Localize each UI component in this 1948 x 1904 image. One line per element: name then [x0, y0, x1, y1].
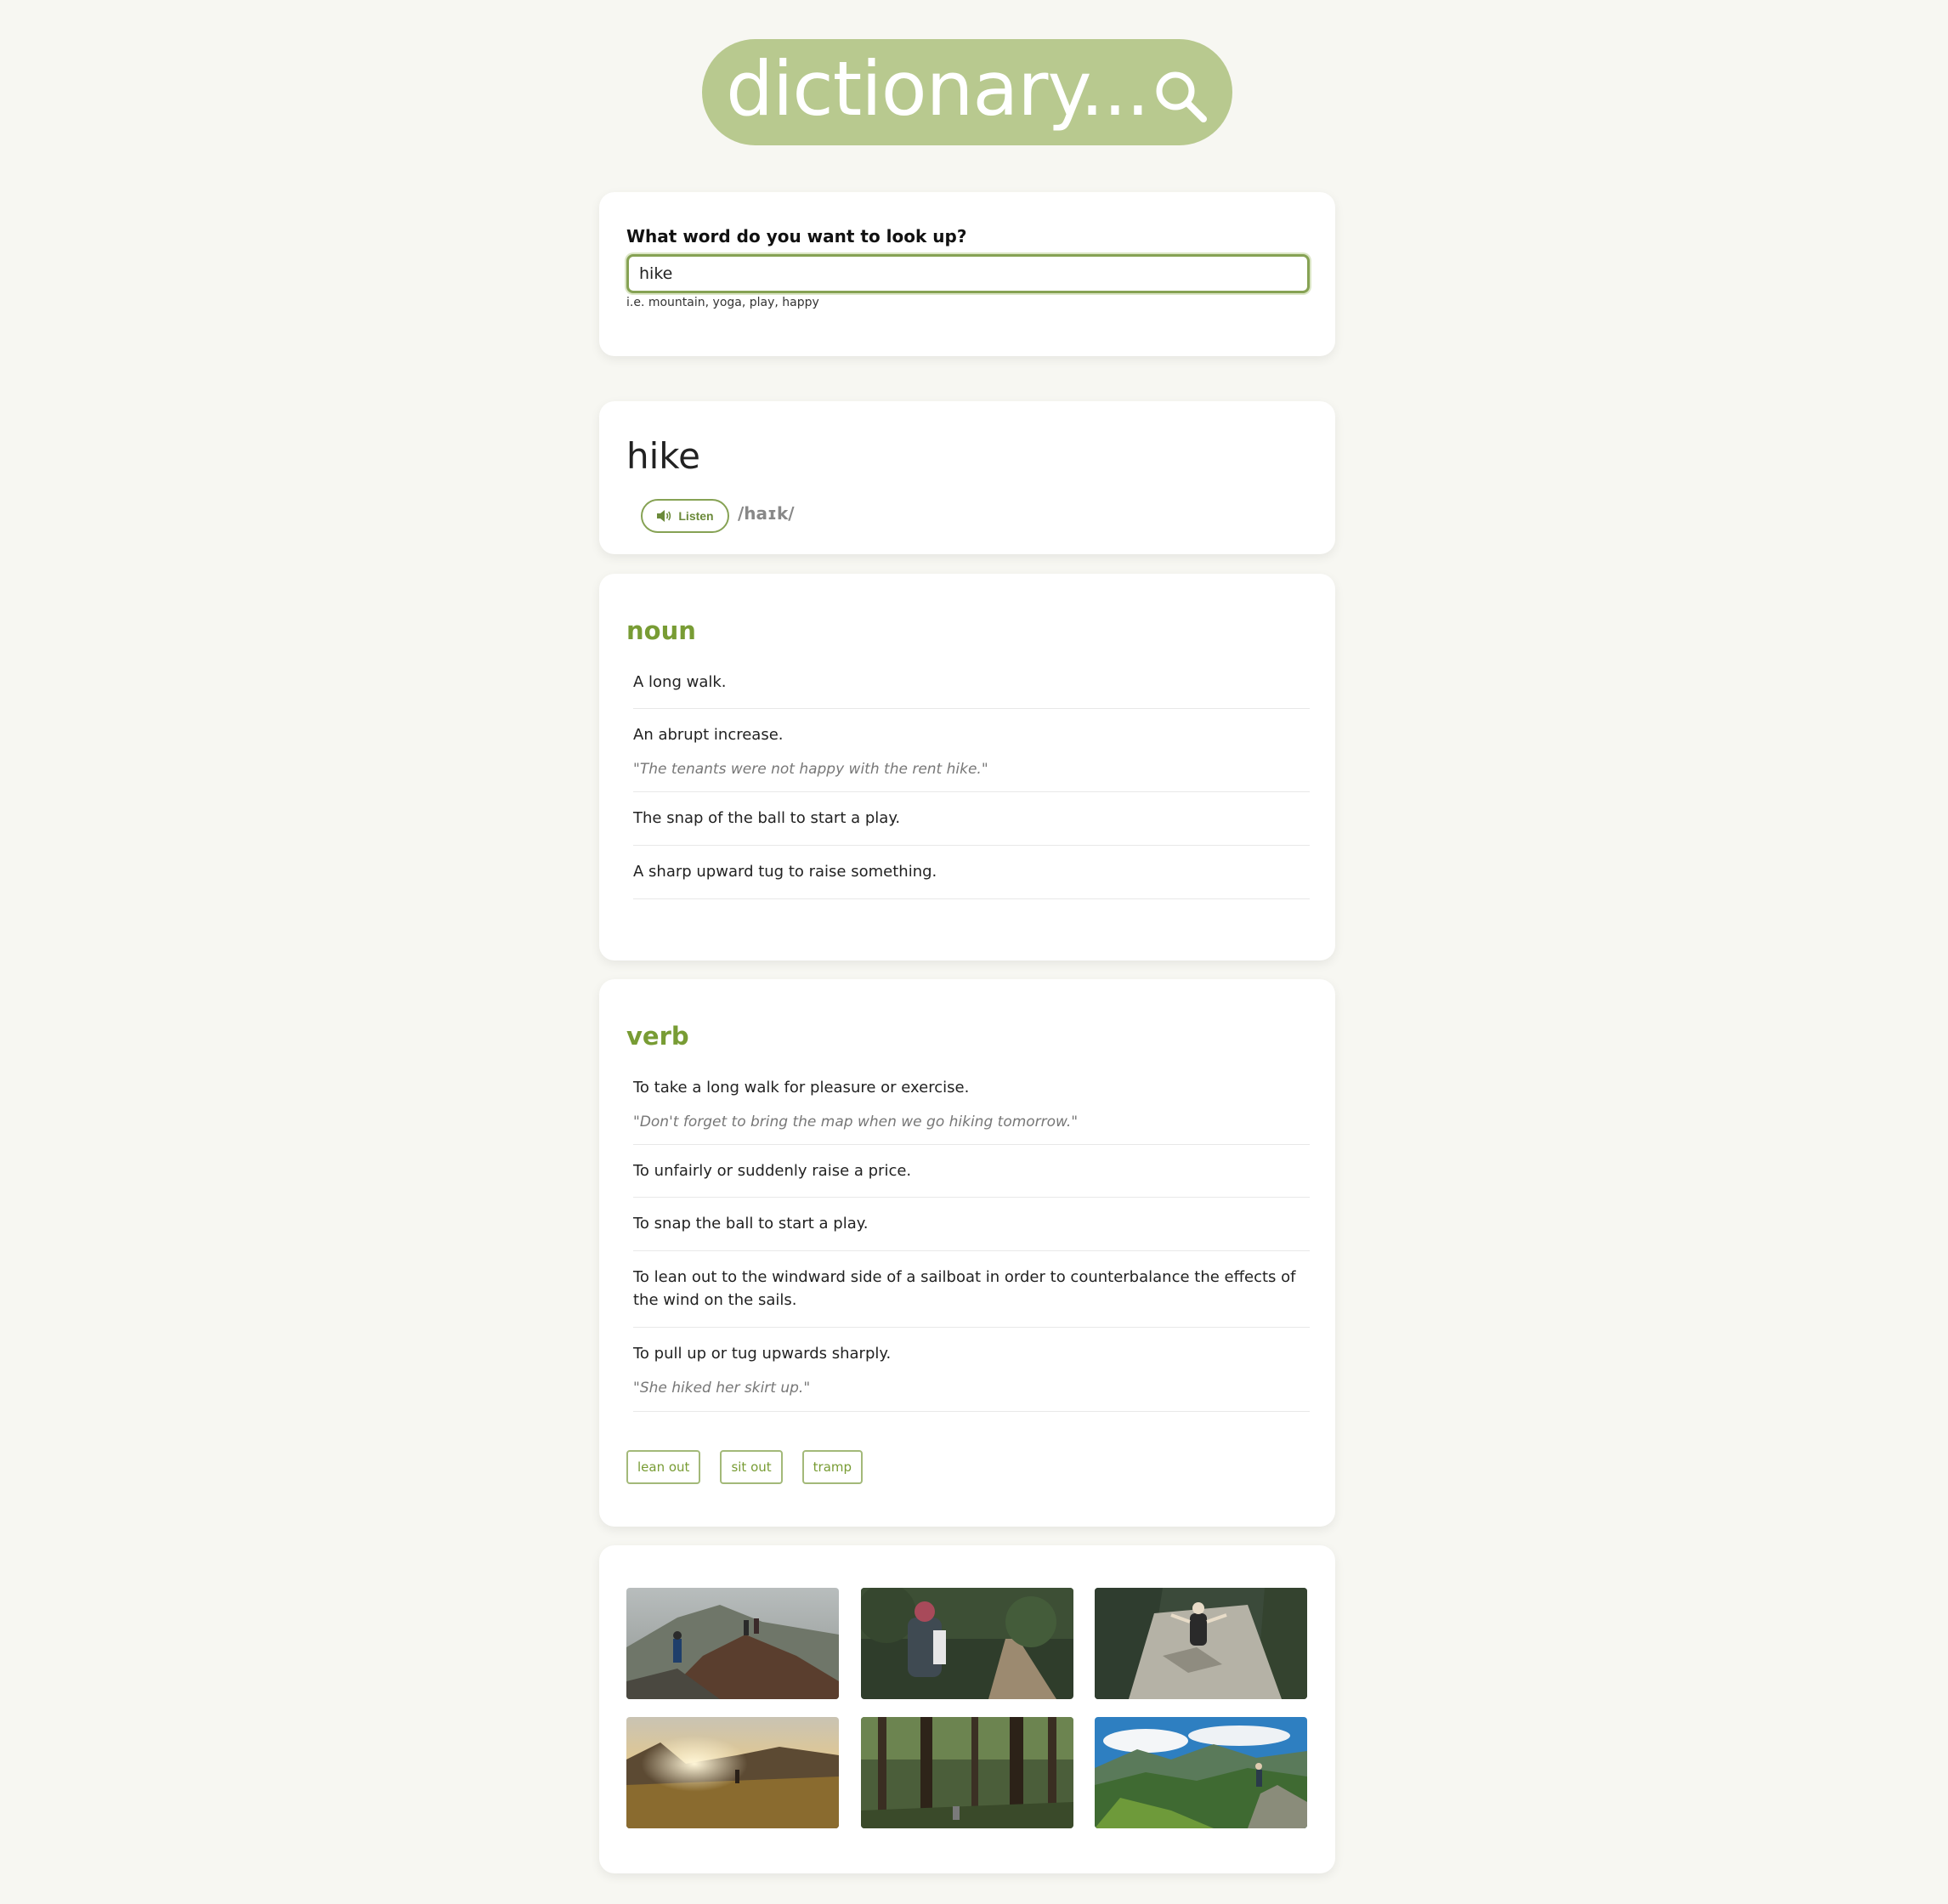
meaning-card-verb: verb To take a long walk for pleasure or…: [599, 979, 1335, 1527]
search-icon: [1156, 71, 1207, 122]
definition-text: To snap the ball to start a play.: [633, 1215, 869, 1232]
definition-example: "The tenants were not happy with the ren…: [633, 761, 988, 778]
definition-text: To lean out to the windward side of a sa…: [633, 1268, 1296, 1309]
definition-item: To pull up or tug upwards sharply. "She …: [633, 1328, 1310, 1412]
meaning-card-noun: noun A long walk. An abrupt increase. "T…: [599, 574, 1335, 960]
definition-item: To unfairly or suddenly raise a price.: [633, 1145, 1310, 1198]
photo-hiker-rocky-path[interactable]: [1095, 1588, 1307, 1699]
definition-item: An abrupt increase. "The tenants were no…: [633, 709, 1310, 792]
photo-hikers-mountain-ridge[interactable]: [626, 1588, 839, 1699]
search-label: What word do you want to look up?: [626, 226, 967, 246]
word-title: hike: [626, 435, 700, 477]
synonym-tag[interactable]: sit out: [720, 1450, 783, 1484]
definition-item: To snap the ball to start a play.: [633, 1198, 1310, 1251]
definition-item: To lean out to the windward side of a sa…: [633, 1251, 1310, 1328]
logo[interactable]: dictionary...: [702, 39, 1232, 145]
definition-item: To take a long walk for pleasure or exer…: [633, 1066, 1310, 1145]
part-of-speech: noun: [626, 616, 696, 645]
definition-text: To pull up or tug upwards sharply.: [633, 1345, 892, 1363]
search-hint: i.e. mountain, yoga, play, happy: [626, 296, 819, 309]
word-card: hike Listen /haɪk/: [599, 401, 1335, 554]
definition-text: A long walk.: [633, 673, 727, 691]
photo-alpine-valley-hiker[interactable]: [1095, 1717, 1307, 1828]
phonetic: /haɪk/: [738, 503, 795, 524]
definition-example: "She hiked her skirt up.": [633, 1380, 811, 1397]
definition-text: The snap of the ball to start a play.: [633, 809, 901, 827]
definition-item: The snap of the ball to start a play.: [633, 792, 1310, 846]
definition-item: A sharp upward tug to raise something.: [633, 846, 1310, 899]
photo-hiker-forest-trail[interactable]: [861, 1588, 1073, 1699]
listen-button[interactable]: Listen: [641, 499, 729, 533]
photo-pine-forest[interactable]: [861, 1717, 1073, 1828]
definition-list: A long walk. An abrupt increase. "The te…: [633, 660, 1310, 899]
definition-text: A sharp upward tug to raise something.: [633, 863, 937, 881]
photos-card: [599, 1545, 1335, 1873]
definition-text: To take a long walk for pleasure or exer…: [633, 1079, 970, 1096]
definition-item: A long walk.: [633, 660, 1310, 709]
definition-text: To unfairly or suddenly raise a price.: [633, 1162, 912, 1180]
definition-list: To take a long walk for pleasure or exer…: [633, 1066, 1310, 1412]
speaker-icon: [657, 510, 671, 522]
page: dictionary... What word do you want to l…: [0, 0, 1948, 1904]
listen-label: Listen: [678, 509, 714, 523]
synonym-list: lean out sit out tramp: [626, 1450, 864, 1484]
photo-sunset-meadow-hiker[interactable]: [626, 1717, 839, 1828]
search-card: What word do you want to look up? i.e. m…: [599, 192, 1335, 356]
part-of-speech: verb: [626, 1022, 689, 1051]
definition-example: "Don't forget to bring the map when we g…: [633, 1114, 1079, 1130]
search-input[interactable]: [626, 254, 1310, 293]
synonym-tag[interactable]: tramp: [801, 1450, 864, 1484]
synonym-tag[interactable]: lean out: [626, 1450, 701, 1484]
definition-text: An abrupt increase.: [633, 726, 784, 744]
logo-text: dictionary...: [726, 44, 1150, 133]
